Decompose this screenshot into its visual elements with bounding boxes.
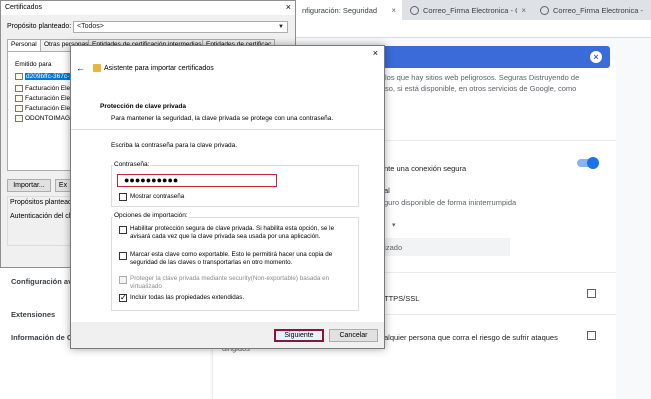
external-link-icon[interactable]	[587, 289, 596, 298]
bg-text: so, si está disponible, en otros servici…	[385, 84, 577, 93]
certificate-wizard-icon	[93, 64, 101, 72]
certificate-icon	[15, 73, 23, 80]
tab-label: Correo_Firma Electronica - Out	[423, 5, 518, 15]
password-group-label: Contraseña:	[113, 161, 151, 168]
nav-about[interactable]: Información de C	[11, 333, 72, 342]
bg-text: nte una conexión segura	[384, 164, 467, 173]
option-label: Marcar esta clave como exportable. Esto …	[130, 251, 332, 267]
option-label: Incluir todas las propiedades extendidas…	[130, 294, 245, 301]
back-arrow-icon[interactable]: ←	[76, 63, 85, 73]
tab-close-icon[interactable]: ×	[521, 6, 526, 15]
close-icon[interactable]: ×	[286, 2, 291, 12]
show-password-label: Mostrar contraseña	[130, 193, 185, 200]
list-item[interactable]: Facturación Ele	[15, 105, 70, 112]
nav-extensions[interactable]: Extensiones	[11, 310, 55, 319]
bg-text: los que hay sitios web peligrosos. Segur…	[385, 73, 580, 82]
exportable-key-checkbox[interactable]	[119, 252, 127, 260]
strong-protection-checkbox[interactable]	[119, 226, 127, 234]
section-title: Protección de clave privada	[100, 103, 186, 110]
tab-label: Correo_Firma Electronica - Ou	[553, 5, 645, 15]
certificate-icon	[15, 115, 23, 122]
option-line: virtualizado	[130, 283, 162, 290]
bg-text: alquier persona que corra el riesgo de s…	[384, 333, 558, 342]
purpose-value: <Todos>	[77, 23, 104, 30]
mail-favicon-icon	[410, 5, 419, 15]
clear-search-icon[interactable]: ×	[590, 51, 602, 63]
certificate-icon	[15, 85, 23, 92]
list-item[interactable]: ODONTOIMAGE	[15, 115, 74, 122]
bg-text: guro disponible de forma ininterrumpida	[384, 198, 517, 207]
option-line: seguridad de las claves o transportarlas…	[130, 259, 293, 266]
extended-properties-checkbox[interactable]	[119, 293, 127, 302]
option-label: Proteger la clave privada mediante secur…	[130, 275, 329, 291]
tab-mail-1[interactable]: Correo_Firma Electronica - Out ×	[404, 0, 532, 20]
certificate-icon	[15, 105, 23, 112]
wizard-title: Asistente para importar certificados	[104, 65, 214, 72]
client-auth-label: Autenticación del clie	[10, 213, 76, 220]
password-prompt: Escriba la contraseña para la clave priv…	[111, 142, 238, 149]
next-button[interactable]: Siguiente	[274, 329, 324, 342]
option-line: Marcar esta clave como exportable. Esto …	[130, 251, 333, 258]
external-link-icon[interactable]	[587, 331, 596, 340]
option-line: Habilitar protección segura de clave pri…	[130, 225, 335, 232]
chevron-down-icon: ▼	[278, 24, 284, 30]
export-button[interactable]: Ex	[55, 179, 71, 192]
import-options-label: Opciones de importación:	[113, 212, 189, 219]
nav-advanced-settings[interactable]: Configuración ava	[11, 277, 76, 286]
secure-connection-toggle[interactable]	[577, 157, 599, 169]
certificates-title: Certificados	[5, 4, 42, 11]
purpose-label: Propósito planteado:	[7, 23, 72, 30]
bg-text: TTPS/SSL	[384, 294, 420, 303]
tab-mail-2[interactable]: Correo_Firma Electronica - Ou	[534, 0, 651, 20]
import-button[interactable]: Importar...	[7, 179, 51, 192]
tab-security-settings[interactable]: nfiguración: Seguridad ×	[296, 0, 402, 20]
purpose-select[interactable]: <Todos> ▼	[73, 21, 288, 33]
list-item[interactable]: Facturación Ele	[15, 85, 70, 92]
cancel-button[interactable]: Cancelar	[329, 329, 378, 342]
vbs-protection-checkbox	[119, 276, 127, 284]
dropdown-arrow-icon[interactable]: ▾	[392, 221, 396, 229]
header-divider	[71, 129, 384, 130]
certificates-titlebar	[1, 1, 295, 15]
search-bar[interactable]: ×	[380, 46, 610, 68]
password-field[interactable]: ●●●●●●●●●●	[117, 174, 277, 187]
mail-favicon-icon	[540, 5, 549, 15]
purposes-label: Propósitos planteado	[10, 199, 76, 206]
option-line: Proteger la clave privada mediante secur…	[130, 275, 330, 282]
option-line: avisará cada vez que la clave privada se…	[130, 233, 321, 240]
list-item[interactable]: Facturación Ele	[15, 95, 70, 102]
option-label: Habilitar protección segura de clave pri…	[130, 225, 334, 241]
column-issued-to[interactable]: Emitido para	[15, 61, 52, 68]
certificate-icon	[15, 95, 23, 102]
tab-close-icon[interactable]: ×	[391, 6, 396, 15]
show-password-checkbox[interactable]	[119, 193, 127, 201]
tab-label: nfiguración: Seguridad	[302, 5, 378, 15]
list-item[interactable]: d209bffc-367c-	[15, 73, 71, 80]
import-wizard-dialog: × ← Asistente para importar certificados…	[70, 45, 385, 349]
close-icon[interactable]: ×	[373, 48, 378, 58]
section-description: Para mantener la seguridad, la clave pri…	[111, 115, 334, 122]
